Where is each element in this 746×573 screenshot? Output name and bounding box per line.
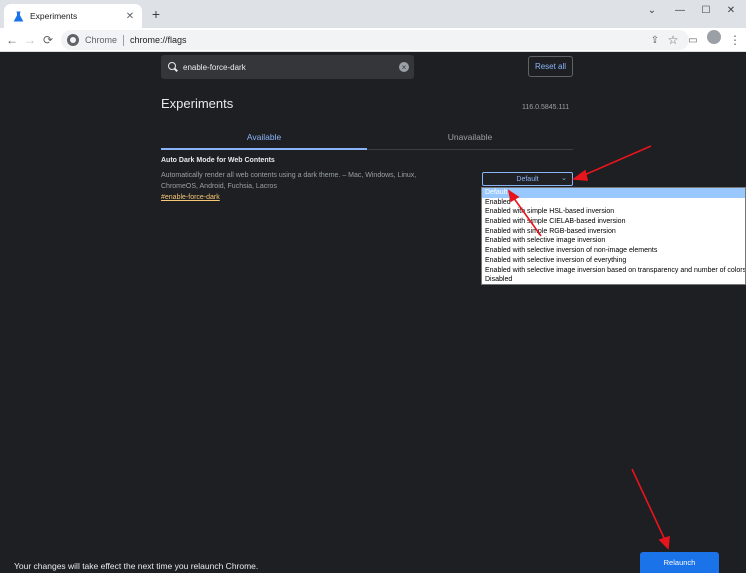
reset-all-button[interactable]: Reset all (528, 56, 573, 77)
relaunch-message: Your changes will take effect the next t… (14, 561, 259, 571)
url-text: chrome://flags (130, 35, 187, 45)
forward-button[interactable]: → (22, 32, 38, 48)
option-non-image-inversion[interactable]: Enabled with selective inversion of non-… (482, 246, 745, 256)
tab-available[interactable]: Available (161, 128, 367, 150)
version-label: 116.0.5845.111 (522, 104, 570, 111)
share-icon[interactable]: ⇪ (647, 32, 663, 48)
profile-icon[interactable] (707, 30, 721, 44)
tab-close-icon[interactable]: ✕ (123, 9, 137, 23)
flags-page: enable-force-dark × Reset all Experiment… (0, 52, 746, 573)
clear-search-icon[interactable]: × (399, 62, 409, 72)
option-rgb-inversion[interactable]: Enabled with simple RGB-based inversion (482, 227, 745, 237)
omnibox-chip: Chrome (85, 35, 118, 45)
option-everything-inversion[interactable]: Enabled with selective inversion of ever… (482, 256, 745, 266)
flag-state-select[interactable]: Default ⌄ (482, 172, 573, 186)
reload-button[interactable]: ⟳ (40, 32, 56, 48)
flask-icon (12, 10, 24, 22)
select-dropdown-list: Default Enabled Enabled with simple HSL-… (481, 187, 746, 285)
search-input[interactable]: enable-force-dark × (161, 55, 414, 79)
page-title: Experiments (161, 96, 234, 111)
option-selective-image-inversion[interactable]: Enabled with selective image inversion (482, 236, 745, 246)
maximize-button[interactable]: ☐ (692, 3, 720, 17)
chrome-icon (67, 34, 79, 46)
option-default[interactable]: Default (482, 188, 745, 198)
select-value: Default (516, 175, 539, 183)
flag-anchor-link[interactable]: #enable-force-dark (161, 194, 220, 201)
menu-icon[interactable]: ⋮ (727, 32, 743, 48)
search-icon (168, 62, 178, 72)
flag-description: Automatically render all web contents us… (161, 172, 417, 190)
option-hsl-inversion[interactable]: Enabled with simple HSL-based inversion (482, 207, 745, 217)
tab-title: Experiments (30, 11, 78, 21)
minimize-button[interactable]: — (666, 3, 694, 17)
tab-unavailable[interactable]: Unavailable (367, 128, 573, 150)
close-window-button[interactable]: ✕ (717, 3, 745, 17)
search-value: enable-force-dark (183, 62, 246, 72)
title-bar: Experiments ✕ + ⌄ — ☐ ✕ (0, 0, 746, 28)
tab-search-icon[interactable]: ▭ (685, 32, 701, 48)
relaunch-button[interactable]: Relaunch (640, 552, 719, 573)
option-transparency-inversion[interactable]: Enabled with selective image inversion b… (482, 266, 745, 276)
back-button[interactable]: ← (4, 32, 20, 48)
star-icon[interactable]: ☆ (665, 32, 681, 48)
address-bar[interactable]: Chrome chrome://flags (61, 30, 689, 50)
option-cielab-inversion[interactable]: Enabled with simple CIELAB-based inversi… (482, 217, 745, 227)
browser-tab[interactable]: Experiments ✕ (4, 4, 142, 28)
option-disabled[interactable]: Disabled (482, 275, 745, 284)
option-enabled[interactable]: Enabled (482, 198, 745, 208)
flag-title: Auto Dark Mode for Web Contents (161, 157, 275, 164)
omnibox-divider (123, 34, 125, 46)
chevron-down-icon: ⌄ (561, 175, 567, 182)
tab-list-icon[interactable]: ⌄ (638, 3, 666, 17)
browser-toolbar: ← → ⟳ Chrome chrome://flags ⇪ ☆ ▭ ⋮ (0, 28, 746, 52)
new-tab-button[interactable]: + (148, 6, 164, 22)
